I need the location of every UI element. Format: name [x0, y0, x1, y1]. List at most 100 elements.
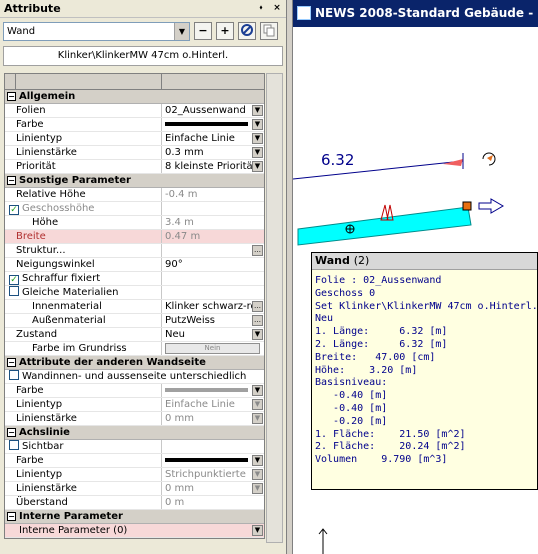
expand-button[interactable]: + — [216, 22, 234, 40]
row-farbe[interactable]: Farbe ▼ — [5, 118, 264, 132]
chevron-down-icon[interactable]: ▼ — [252, 119, 263, 130]
row-breite[interactable]: Breite 0.47 m — [5, 230, 264, 244]
tooltip-line: Folie : 02_Aussenwand — [315, 275, 442, 286]
chevron-down-icon[interactable]: ▼ — [252, 161, 263, 172]
collapse-icon[interactable]: − — [7, 512, 16, 521]
tooltip-line: Volumen 9.790 [m^3] — [315, 454, 448, 466]
tooltip-line: Set Klinker\KlinkerMW 47cm o.Hinterl. — [315, 300, 538, 312]
dimension-label[interactable]: 6.32 — [321, 151, 354, 169]
tooltip-line: Geschoss 0 — [315, 287, 376, 299]
row-wandinnen[interactable]: Wandinnen- und aussenseite unterschiedli… — [5, 370, 264, 384]
filter-icon[interactable] — [238, 22, 256, 40]
row-neigungswinkel[interactable]: Neigungswinkel 90° — [5, 258, 264, 272]
row-ueberstand[interactable]: Überstand 0 m — [5, 496, 264, 510]
grid-header — [5, 74, 264, 90]
chevron-down-icon[interactable]: ▼ — [252, 455, 263, 466]
row-linientyp[interactable]: Linientyp Einfache Linie ▼ — [5, 132, 264, 146]
row-hoehe[interactable]: Höhe 3.4 m — [5, 216, 264, 230]
close-icon[interactable]: × — [271, 2, 283, 14]
geschosshoehe-checkbox[interactable]: ✓ — [9, 205, 19, 215]
wall-set-button[interactable]: Klinker\KlinkerMW 47cm o.Hinterl. — [3, 46, 283, 66]
row-linienstaerke-2[interactable]: Linienstärke 0 mm ▼ — [5, 412, 264, 426]
row-sichtbar[interactable]: Sichtbar — [5, 440, 264, 454]
row-aussenmaterial[interactable]: Außenmaterial PutzWeiss… — [5, 314, 264, 328]
section-achslinie[interactable]: − Achslinie — [5, 426, 264, 440]
wall-handle[interactable] — [462, 201, 472, 211]
chevron-down-icon[interactable]: ▼ — [252, 133, 263, 144]
collapse-icon[interactable]: − — [7, 92, 16, 101]
direction-arrow-icon[interactable] — [478, 198, 504, 214]
row-linienstaerke[interactable]: Linienstärke 0.3 mm ▼ — [5, 146, 264, 160]
row-struktur[interactable]: Struktur...… — [5, 244, 264, 258]
row-linientyp-2[interactable]: Linientyp Einfache Linie ▼ — [5, 398, 264, 412]
sichtbar-checkbox[interactable] — [9, 440, 19, 450]
color-swatch — [165, 122, 248, 126]
chevron-down-icon[interactable]: ▼ — [252, 469, 263, 480]
row-relative-hoehe[interactable]: Relative Höhe -0.4 m — [5, 188, 264, 202]
collapse-icon[interactable]: − — [7, 176, 16, 185]
row-schraffur[interactable]: ✓ Schraffur fixiert — [5, 272, 264, 286]
window-title: NEWS 2008-Standard Gebäude - Ebene — [315, 6, 538, 20]
chevron-down-icon[interactable]: ▼ — [252, 147, 263, 158]
chevron-down-icon[interactable]: ▼ — [252, 525, 263, 536]
row-gleiche-materialien[interactable]: Gleiche Materialien — [5, 286, 264, 300]
chevron-down-icon[interactable]: ▼ — [252, 329, 263, 340]
row-linienstaerke-3[interactable]: Linienstärke 0 mm ▼ — [5, 482, 264, 496]
attribute-panel: Attribute ⬪ × Wand ▼ − + Klinker\Klinker… — [0, 0, 287, 554]
color-swatch — [165, 458, 248, 462]
ellipsis-icon[interactable]: … — [252, 301, 263, 312]
section-sonstige[interactable]: − Sonstige Parameter — [5, 174, 264, 188]
element-type-value: Wand — [7, 25, 36, 37]
tooltip-line: 1. Länge: 6.32 [m] — [315, 326, 448, 338]
tooltip-line: Basisniveau: — [315, 377, 388, 389]
window-title-bar[interactable]: NEWS 2008-Standard Gebäude - Ebene — [293, 0, 538, 27]
row-geschosshoehe[interactable]: ✓ Geschosshöhe — [5, 202, 264, 216]
row-zustand[interactable]: Zustand Neu ▼ — [5, 328, 264, 342]
row-folien[interactable]: Folien 02_Aussenwand ▼ — [5, 104, 264, 118]
wall-shape[interactable] — [297, 206, 472, 246]
section-andere-wandseite[interactable]: − Attribute der anderen Wandseite — [5, 356, 264, 370]
collapse-icon[interactable]: − — [7, 428, 16, 437]
chevron-down-icon[interactable]: ▼ — [252, 105, 263, 116]
chevron-down-icon[interactable]: ▼ — [174, 22, 189, 40]
collapse-button[interactable]: − — [194, 22, 212, 40]
row-interne-parameter[interactable]: Interne Parameter (0) ▼ — [5, 524, 264, 538]
chevron-down-icon[interactable]: ▼ — [252, 385, 263, 396]
element-type-select[interactable]: Wand ▼ — [3, 21, 190, 41]
row-farbe-3[interactable]: Farbe ▼ — [5, 454, 264, 468]
chevron-down-icon[interactable]: ▼ — [252, 483, 263, 494]
ellipsis-icon[interactable]: … — [252, 245, 263, 256]
wandinnen-checkbox[interactable] — [9, 370, 19, 380]
gleiche-materialien-checkbox[interactable] — [9, 286, 19, 296]
grid-scrollbar[interactable] — [266, 73, 283, 543]
collapse-icon[interactable]: − — [7, 358, 16, 367]
copy-icon[interactable] — [260, 22, 278, 40]
panel-title-bar: Attribute ⬪ × — [0, 0, 286, 18]
property-grid: − Allgemein Folien 02_Aussenwand ▼ Farbe ▼ L… — [4, 73, 265, 539]
row-linientyp-3[interactable]: Linientyp Strichpunktierte ▼ — [5, 468, 264, 482]
tooltip-line: -0.20 [m] — [315, 415, 388, 427]
row-prioritaet[interactable]: Priorität 8 kleinste Priorität ▼ — [5, 160, 264, 174]
chevron-down-icon[interactable]: ▼ — [252, 413, 263, 424]
tooltip-line: 2. Länge: 6.32 [m] — [315, 338, 448, 350]
pin-icon[interactable]: ⬪ — [255, 2, 267, 14]
chevron-down-icon[interactable]: ▼ — [252, 399, 263, 410]
tooltip-line: -0.40 [m] — [315, 390, 388, 402]
ellipsis-icon[interactable]: … — [252, 315, 263, 326]
row-farbe-grundriss[interactable]: Farbe im Grundriss Nein — [5, 342, 264, 356]
section-allgemein[interactable]: − Allgemein — [5, 90, 264, 104]
app-icon — [297, 6, 311, 20]
tooltip-line: Breite: 47.00 [cm] — [315, 351, 436, 363]
panel-title: Attribute — [4, 2, 61, 15]
tooltip-line: -0.40 [m] — [315, 402, 388, 414]
tooltip-line: Höhe: 3.20 [m] — [315, 364, 418, 376]
farbe-grundriss-button[interactable]: Nein — [165, 343, 260, 354]
section-interne[interactable]: − Interne Parameter — [5, 510, 264, 524]
row-innenmaterial[interactable]: Innenmaterial Klinker schwarz-ro… — [5, 300, 264, 314]
row-farbe-2[interactable]: Farbe ▼ — [5, 384, 264, 398]
tooltip-line: Neu — [315, 313, 334, 325]
wall-info-tooltip: Wand (2) Folie : 02_Aussenwand Geschoss … — [311, 252, 538, 490]
schraffur-checkbox[interactable]: ✓ — [9, 275, 19, 285]
tooltip-header: Wand (2) — [312, 253, 537, 270]
color-swatch — [165, 388, 248, 392]
